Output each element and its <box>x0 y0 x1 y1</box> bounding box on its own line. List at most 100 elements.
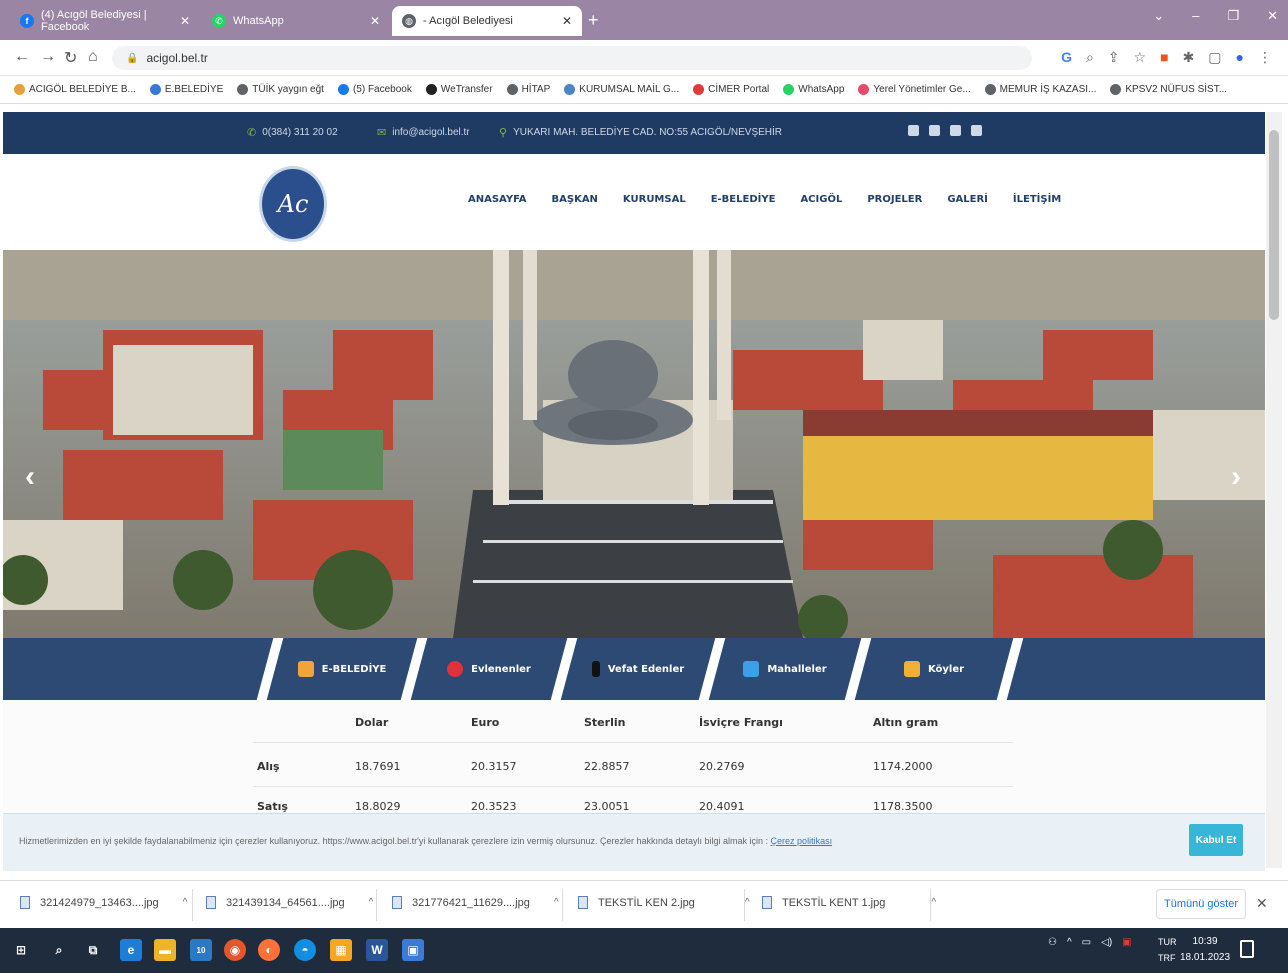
bookmark-item[interactable]: KPSV2 NÜFUS SİST... <box>1110 84 1227 95</box>
nav-item[interactable]: PROJELER <box>867 194 922 205</box>
antivirus-icon[interactable]: ▣ <box>1122 937 1131 948</box>
sidepanel-icon[interactable]: ▢ <box>1208 49 1221 66</box>
chevron-up-icon[interactable]: ^ <box>183 897 188 908</box>
chevron-up-icon[interactable]: ^ <box>1067 937 1072 948</box>
home-button[interactable]: ⌂ <box>88 48 98 66</box>
windows-start-icon[interactable]: ⊞ <box>10 939 32 961</box>
nav-item[interactable]: GALERİ <box>947 194 988 205</box>
nav-item[interactable]: KURUMSAL <box>623 194 686 205</box>
bookmark-item[interactable]: CİMER Portal <box>693 84 769 95</box>
bookmark-item[interactable]: TÜİK yaygın eğt <box>237 84 324 95</box>
quick-link-evlenenler[interactable]: Evlenenler <box>419 638 559 700</box>
chevron-down-icon[interactable]: ⌄ <box>1153 8 1164 24</box>
avatar[interactable]: ● <box>1236 49 1244 66</box>
slider-next-button[interactable]: › <box>1231 460 1241 494</box>
download-item[interactable]: 321424979_13463....jpg ^ <box>20 896 187 909</box>
bookmark-item[interactable]: HİTAP <box>506 84 550 95</box>
windows-taskbar: ⊞ ⌕ ⧉ e ▬ 10 ◉ ◐ ◓ ▦ W ▣ ⚇ ^ ▭ ◁) ▣ TUR … <box>0 928 1288 973</box>
bookmark-item[interactable]: Yerel Yönetimler Ge... <box>858 84 971 95</box>
bookmark-item[interactable]: (5) Facebook <box>337 84 412 95</box>
task-view-icon[interactable]: ⧉ <box>82 939 104 961</box>
nav-item[interactable]: BAŞKAN <box>552 194 598 205</box>
forward-button[interactable]: → <box>40 48 56 66</box>
bookmark-item[interactable]: E.BELEDİYE <box>149 84 223 95</box>
bookmark-item[interactable]: KURUMSAL MAİL G... <box>564 84 679 95</box>
search-icon[interactable]: ⌕ <box>1086 49 1094 66</box>
close-downloads-button[interactable]: ✕ <box>1256 895 1268 912</box>
quick-link-mahalleler[interactable]: Mahalleler <box>717 638 853 700</box>
email-info[interactable]: ✉ info@acigol.bel.tr <box>377 126 470 139</box>
chevron-up-icon[interactable]: ^ <box>931 897 936 908</box>
tab-facebook[interactable]: f (4) Acıgöl Belediyesi | Facebook ✕ <box>10 6 200 36</box>
chevron-up-icon[interactable]: ^ <box>745 897 750 908</box>
restore-button[interactable]: ❐ <box>1227 8 1239 24</box>
notification-icon[interactable] <box>1240 940 1254 958</box>
search-icon[interactable]: ⌕ <box>48 939 70 961</box>
network-icon[interactable]: ▭ <box>1082 937 1091 948</box>
phone-info[interactable]: ✆ 0(384) 311 20 02 <box>247 126 338 139</box>
logo[interactable]: Ac <box>259 166 327 242</box>
nav-item[interactable]: İLETİŞİM <box>1013 194 1061 205</box>
instagram-icon[interactable] <box>971 125 982 136</box>
chrome-icon[interactable]: ◉ <box>224 939 246 961</box>
bookmark-icon <box>337 84 349 95</box>
volume-icon[interactable]: ◁) <box>1101 937 1112 948</box>
page-scrollbar[interactable] <box>1266 112 1282 868</box>
chevron-up-icon[interactable]: ^ <box>369 897 374 908</box>
show-all-downloads-button[interactable]: Tümünü göster <box>1156 889 1246 919</box>
close-icon[interactable]: ✕ <box>562 14 572 28</box>
star-icon[interactable]: ☆ <box>1134 49 1147 66</box>
puzzle-icon[interactable]: ✱ <box>1183 49 1195 66</box>
scrollbar-thumb[interactable] <box>1269 130 1279 320</box>
chevron-up-icon[interactable]: ^ <box>554 897 559 908</box>
google-icon[interactable]: G <box>1061 49 1072 66</box>
youtube-icon[interactable] <box>950 125 961 136</box>
back-button[interactable]: ← <box>14 48 30 66</box>
file-icon <box>578 896 588 909</box>
accept-cookies-button[interactable]: Kabul Et <box>1189 824 1243 856</box>
quick-link-vefat-edenler[interactable]: Vefat Edenler <box>569 638 707 700</box>
bookmark-item[interactable]: ACIGÖL BELEDİYE B... <box>14 84 136 95</box>
bookmark-item[interactable]: WhatsApp <box>783 84 844 95</box>
download-item[interactable]: TEKSTİL KEN 2.jpg ^ <box>578 896 750 909</box>
twitter-icon[interactable] <box>929 125 940 136</box>
quick-link-koyler[interactable]: Köyler <box>863 638 1005 700</box>
extension-icon[interactable]: ■ <box>1160 49 1168 66</box>
edge-legacy-icon[interactable]: e <box>120 939 142 961</box>
nav-item[interactable]: E-BELEDİYE <box>711 194 776 205</box>
slider-prev-button[interactable]: ‹ <box>25 460 35 494</box>
download-item[interactable]: 321439134_64561....jpg ^ <box>206 896 373 909</box>
close-icon[interactable]: ✕ <box>370 14 380 28</box>
download-item[interactable]: 321776421_11629....jpg ^ <box>392 896 559 909</box>
quick-link-e-belediye[interactable]: E-BELEDİYE <box>275 638 409 700</box>
minimize-button[interactable]: – <box>1192 8 1199 24</box>
clock[interactable]: 10:39 18.01.2023 <box>1180 934 1230 966</box>
reload-button[interactable]: ↻ <box>64 48 77 68</box>
facebook-icon[interactable] <box>908 125 919 136</box>
cookie-policy-link[interactable]: Çerez politikası <box>771 836 833 846</box>
share-icon[interactable]: ⇪ <box>1108 49 1120 66</box>
firefox-icon[interactable]: ◐ <box>258 939 280 961</box>
tab-whatsapp[interactable]: ✆ WhatsApp ✕ <box>202 6 390 36</box>
people-icon[interactable]: ⚇ <box>1048 937 1057 948</box>
url-input[interactable]: 🔒 acigol.bel.tr <box>112 46 1032 70</box>
photos-icon[interactable]: ▣ <box>402 939 424 961</box>
download-item[interactable]: TEKSTİL KENT 1.jpg ^ <box>762 896 936 909</box>
edge-icon[interactable]: ◓ <box>294 939 316 961</box>
nav-item[interactable]: ACIGÖL <box>800 194 842 205</box>
file-explorer-icon[interactable]: ▬ <box>154 939 176 961</box>
language-indicator[interactable]: TUR TRF <box>1158 934 1177 966</box>
close-window-button[interactable]: ✕ <box>1267 8 1278 24</box>
store-icon[interactable]: 10 <box>190 939 212 961</box>
bookmarks-bar: ACIGÖL BELEDİYE B... E.BELEDİYE TÜİK yaygı… <box>0 76 1288 104</box>
word-icon[interactable]: W <box>366 939 388 961</box>
bookmark-item[interactable]: WeTransfer <box>425 84 493 95</box>
new-tab-button[interactable]: + <box>588 10 599 31</box>
more-icon[interactable]: ⋮ <box>1258 49 1272 66</box>
bookmark-item[interactable]: MEMUR İŞ KAZASI... <box>984 84 1096 95</box>
tab-acigol[interactable]: ◍ - Acıgöl Belediyesi ✕ <box>392 6 582 36</box>
app-icon[interactable]: ▦ <box>330 939 352 961</box>
header-euro: Euro <box>471 716 500 729</box>
close-icon[interactable]: ✕ <box>180 14 190 28</box>
nav-item[interactable]: ANASAYFA <box>468 194 527 205</box>
